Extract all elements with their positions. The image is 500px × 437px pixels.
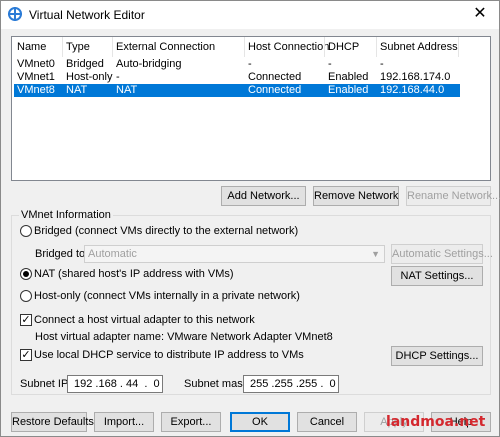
watermark-text: landmoa.net xyxy=(386,414,486,430)
close-icon[interactable]: ✕ xyxy=(471,5,489,23)
cell-host-connection: Connected xyxy=(248,84,302,96)
bridged-label[interactable]: Bridged (connect VMs directly to the ext… xyxy=(34,225,298,237)
cell-dhcp: - xyxy=(328,58,332,70)
cell-subnet-address: 192.168.44.0 xyxy=(380,84,445,96)
subnet-mask-label: Subnet mask: xyxy=(184,378,252,390)
subnet-ip-input[interactable]: 192 .168 . 44 . 0 xyxy=(67,375,163,393)
virtual-network-editor-window: Virtual Network Editor ✕ Name Type Exter… xyxy=(0,0,500,437)
subnet-ip-label: Subnet IP: xyxy=(20,378,72,390)
bridged-to-select[interactable]: Automatic ▼ xyxy=(84,245,385,263)
column-header-name[interactable]: Name xyxy=(17,41,46,53)
network-list[interactable]: Name Type External Connection Host Conne… xyxy=(11,36,491,181)
subnet-mask-input[interactable]: 255 .255 .255 . 0 xyxy=(243,375,339,393)
connect-adapter-checkbox[interactable]: ✓ xyxy=(20,314,32,326)
chevron-down-icon: ▼ xyxy=(371,249,380,259)
bridged-radio[interactable] xyxy=(20,225,32,237)
column-header-host-connection[interactable]: Host Connection xyxy=(248,41,329,53)
import-button[interactable]: Import... xyxy=(94,412,154,432)
cell-name: VMnet1 xyxy=(17,71,55,83)
nat-settings-button[interactable]: NAT Settings... xyxy=(391,266,483,286)
list-header: Name Type External Connection Host Conne… xyxy=(12,37,490,57)
nat-label[interactable]: NAT (shared host's IP address with VMs) xyxy=(34,268,234,280)
table-row[interactable]: VMnet0 Bridged Auto-bridging - - - xyxy=(14,58,460,71)
cell-host-connection: Connected xyxy=(248,71,302,83)
nat-radio[interactable] xyxy=(20,268,32,280)
group-title: VMnet Information xyxy=(19,209,113,221)
cell-type: Bridged xyxy=(66,58,104,70)
column-divider xyxy=(244,37,245,57)
table-row[interactable]: VMnet1 Host-only - Connected Enabled 192… xyxy=(14,71,460,84)
remove-network-button[interactable]: Remove Network xyxy=(313,186,399,206)
column-header-external-connection[interactable]: External Connection xyxy=(116,41,215,53)
cell-name: VMnet8 xyxy=(17,84,55,96)
bridged-to-label: Bridged to: xyxy=(35,248,89,260)
column-divider xyxy=(62,37,63,57)
column-header-subnet-address[interactable]: Subnet Address xyxy=(380,41,458,53)
host-only-label[interactable]: Host-only (connect VMs internally in a p… xyxy=(34,290,300,302)
dhcp-settings-button[interactable]: DHCP Settings... xyxy=(391,346,483,366)
dhcp-checkbox[interactable]: ✓ xyxy=(20,349,32,361)
column-divider xyxy=(112,37,113,57)
export-button[interactable]: Export... xyxy=(161,412,221,432)
cell-host-connection: - xyxy=(248,58,252,70)
column-divider xyxy=(324,37,325,57)
cell-name: VMnet0 xyxy=(17,58,55,70)
table-row-selected[interactable]: VMnet8 NAT NAT Connected Enabled 192.168… xyxy=(14,84,460,97)
column-divider xyxy=(458,37,459,57)
ok-button[interactable]: OK xyxy=(230,412,290,432)
cancel-button[interactable]: Cancel xyxy=(297,412,357,432)
connect-adapter-label[interactable]: Connect a host virtual adapter to this n… xyxy=(34,314,255,326)
cell-type: Host-only xyxy=(66,71,113,83)
title-bar: Virtual Network Editor ✕ xyxy=(1,1,499,29)
rename-network-button[interactable]: Rename Network... xyxy=(406,186,500,206)
column-header-type[interactable]: Type xyxy=(66,41,90,53)
bridged-to-value: Automatic xyxy=(88,248,137,260)
host-only-radio[interactable] xyxy=(20,290,32,302)
adapter-name-text: Host virtual adapter name: VMware Networ… xyxy=(35,331,333,343)
vmnet-information-group xyxy=(11,215,491,395)
restore-defaults-button[interactable]: Restore Defaults xyxy=(11,412,94,432)
column-header-dhcp[interactable]: DHCP xyxy=(328,41,359,53)
cell-subnet-address: - xyxy=(380,58,384,70)
cell-external-connection: NAT xyxy=(116,84,138,96)
automatic-settings-button[interactable]: Automatic Settings... xyxy=(391,244,493,264)
cell-external-connection: - xyxy=(116,71,120,83)
cell-subnet-address: 192.168.174.0 xyxy=(380,71,451,83)
column-divider xyxy=(376,37,377,57)
cell-dhcp: Enabled xyxy=(328,71,369,83)
cell-dhcp: Enabled xyxy=(328,84,369,96)
dhcp-label[interactable]: Use local DHCP service to distribute IP … xyxy=(34,349,304,361)
window-title: Virtual Network Editor xyxy=(29,8,145,22)
network-globe-icon xyxy=(8,7,22,21)
add-network-button[interactable]: Add Network... xyxy=(221,186,306,206)
cell-external-connection: Auto-bridging xyxy=(116,58,182,70)
cell-type: NAT xyxy=(66,84,88,96)
